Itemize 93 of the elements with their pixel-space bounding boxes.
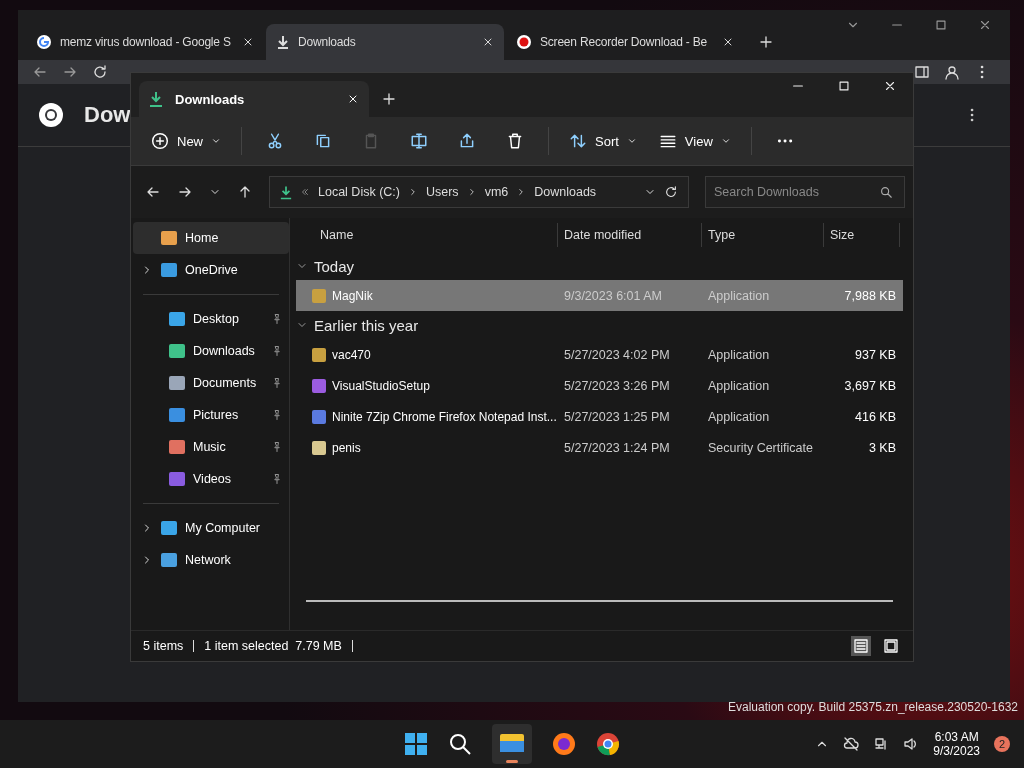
item-count: 5 items	[143, 639, 184, 653]
page-title: Dow	[84, 102, 131, 128]
file-row[interactable]: VisualStudioSetup 5/27/2023 3:26 PM Application 3,697 KB	[296, 370, 903, 401]
close-icon[interactable]	[242, 36, 254, 48]
file-row[interactable]: MagNik 9/3/2023 6:01 AM Application 7,988 KB	[296, 280, 903, 311]
caret-icon	[720, 136, 731, 146]
close-icon[interactable]	[722, 36, 734, 48]
selection-info: 1 item selected 7.79 MB	[204, 639, 342, 653]
size-cell-text: 937 KB	[854, 347, 897, 362]
chrome-icon[interactable]	[596, 732, 620, 756]
sidebar-item[interactable]: My Computer	[133, 512, 289, 544]
breadcrumb-item[interactable]: Downloads	[534, 185, 597, 199]
notification-badge[interactable]: 2	[994, 736, 1010, 752]
sidebar-item[interactable]: Pictures	[133, 399, 289, 431]
sidebar-item[interactable]: OneDrive	[133, 254, 289, 286]
size-cell-text: 3 KB	[867, 440, 897, 455]
type-cell-text: Application	[707, 378, 771, 393]
column-header[interactable]: Size	[824, 223, 900, 247]
close-icon[interactable]	[482, 36, 494, 48]
new-tab-icon[interactable]	[758, 34, 774, 50]
size-cell-text: 7,988 KB	[843, 288, 897, 303]
date-cell-text: 9/3/2023 6:01 AM	[563, 288, 663, 303]
new-button[interactable]: New	[143, 126, 229, 156]
cloud-off-icon[interactable]	[843, 736, 860, 752]
scrollbar[interactable]	[306, 600, 893, 602]
group-header[interactable]: Today	[296, 252, 903, 280]
record-icon	[516, 34, 532, 50]
file-name: penis	[332, 440, 361, 455]
sidebar-item[interactable]: Downloads	[133, 335, 289, 367]
column-header[interactable]: Type	[702, 223, 824, 247]
chrome-logo-icon	[38, 102, 64, 128]
address-bar[interactable]: Local Disk (C:) Users vm6 Downloads	[269, 176, 689, 208]
column-header[interactable]: Name	[296, 223, 558, 247]
profile-icon[interactable]	[944, 64, 960, 80]
breadcrumb-item[interactable]: Users	[425, 185, 459, 199]
details-view-icon[interactable]	[851, 636, 871, 656]
type-cell-text: Application	[707, 409, 771, 424]
reload-icon[interactable]	[92, 64, 108, 80]
sidebar-item[interactable]: Network	[133, 544, 289, 576]
close-icon[interactable]	[883, 79, 897, 93]
google-icon	[36, 34, 52, 50]
type-cell-text: Application	[707, 288, 771, 303]
type-cell-text: Application	[707, 347, 771, 362]
file-name: MagNik	[332, 288, 373, 303]
double-chevron-icon[interactable]	[300, 187, 310, 197]
sidebar-icon[interactable]	[914, 64, 930, 80]
windows-start-icon[interactable]	[404, 732, 428, 756]
group-header[interactable]: Earlier this year	[296, 311, 903, 339]
file-name: Ninite 7Zip Chrome Firefox Notepad Inst...	[332, 409, 557, 424]
date-cell-text: 5/27/2023 3:26 PM	[563, 378, 671, 393]
tiles-view-icon[interactable]	[881, 636, 901, 656]
file-row[interactable]: vac470 5/27/2023 4:02 PM Application 937 KB	[296, 339, 903, 370]
sort-arrows-icon	[569, 132, 587, 150]
browser-tab[interactable]: Screen Recorder Download - Be	[506, 24, 744, 60]
refresh-icon[interactable]	[664, 185, 678, 199]
date-cell-text: 5/27/2023 1:24 PM	[563, 440, 671, 455]
search-field[interactable]: Search Downloads	[705, 176, 905, 208]
browser-tab[interactable]: Downloads	[266, 24, 504, 60]
maximize-icon[interactable]	[934, 18, 948, 32]
search-icon[interactable]	[448, 732, 472, 756]
type-cell-text: Security Certificate	[707, 440, 814, 455]
file-name: VisualStudioSetup	[332, 378, 430, 393]
sidebar-item[interactable]: Videos	[133, 463, 289, 495]
column-header[interactable]: Date modified	[558, 223, 702, 247]
size-cell-text: 3,697 KB	[843, 378, 897, 393]
close-icon[interactable]	[347, 93, 359, 105]
sidebar-item[interactable]: Documents	[133, 367, 289, 399]
explorer-tab[interactable]: Downloads	[139, 81, 369, 117]
date-cell-text: 5/27/2023 1:25 PM	[563, 409, 671, 424]
firefox-icon[interactable]	[552, 732, 576, 756]
folder-icon[interactable]	[492, 724, 532, 764]
sidebar-item[interactable]: Desktop	[133, 303, 289, 335]
clock-date[interactable]: 9/3/2023	[933, 744, 980, 758]
new-tab-icon[interactable]	[381, 91, 397, 107]
view-button[interactable]: View	[650, 126, 739, 156]
browser-tab[interactable]: memz virus download - Google S	[26, 24, 264, 60]
file-row[interactable]: penis 5/27/2023 1:24 PM Security Certificate 3 KB	[296, 432, 903, 463]
caret-icon	[626, 136, 637, 146]
search-icon	[879, 185, 893, 199]
sidebar-item[interactable]: Home	[133, 222, 289, 254]
size-cell-text: 416 KB	[854, 409, 897, 424]
sort-button[interactable]: Sort	[561, 126, 645, 156]
sidebar-item[interactable]: Music	[133, 431, 289, 463]
caret-icon	[211, 136, 221, 146]
file-row[interactable]: Ninite 7Zip Chrome Firefox Notepad Inst... 5/27/2023 1:25 PM Application 416 KB	[296, 401, 903, 432]
file-name: vac470	[332, 347, 371, 362]
breadcrumb-item[interactable]: vm6	[484, 185, 509, 199]
maximize-icon[interactable]	[837, 79, 851, 93]
watermark-text: Evaluation copy. Build 25375.zn_release.230520-1632	[728, 700, 1018, 714]
date-cell-text: 5/27/2023 4:02 PM	[563, 347, 671, 362]
clock-time[interactable]: 6:03 AM	[934, 730, 979, 744]
breadcrumb-item[interactable]: Local Disk (C:)	[318, 185, 400, 199]
close-icon[interactable]	[978, 18, 992, 32]
